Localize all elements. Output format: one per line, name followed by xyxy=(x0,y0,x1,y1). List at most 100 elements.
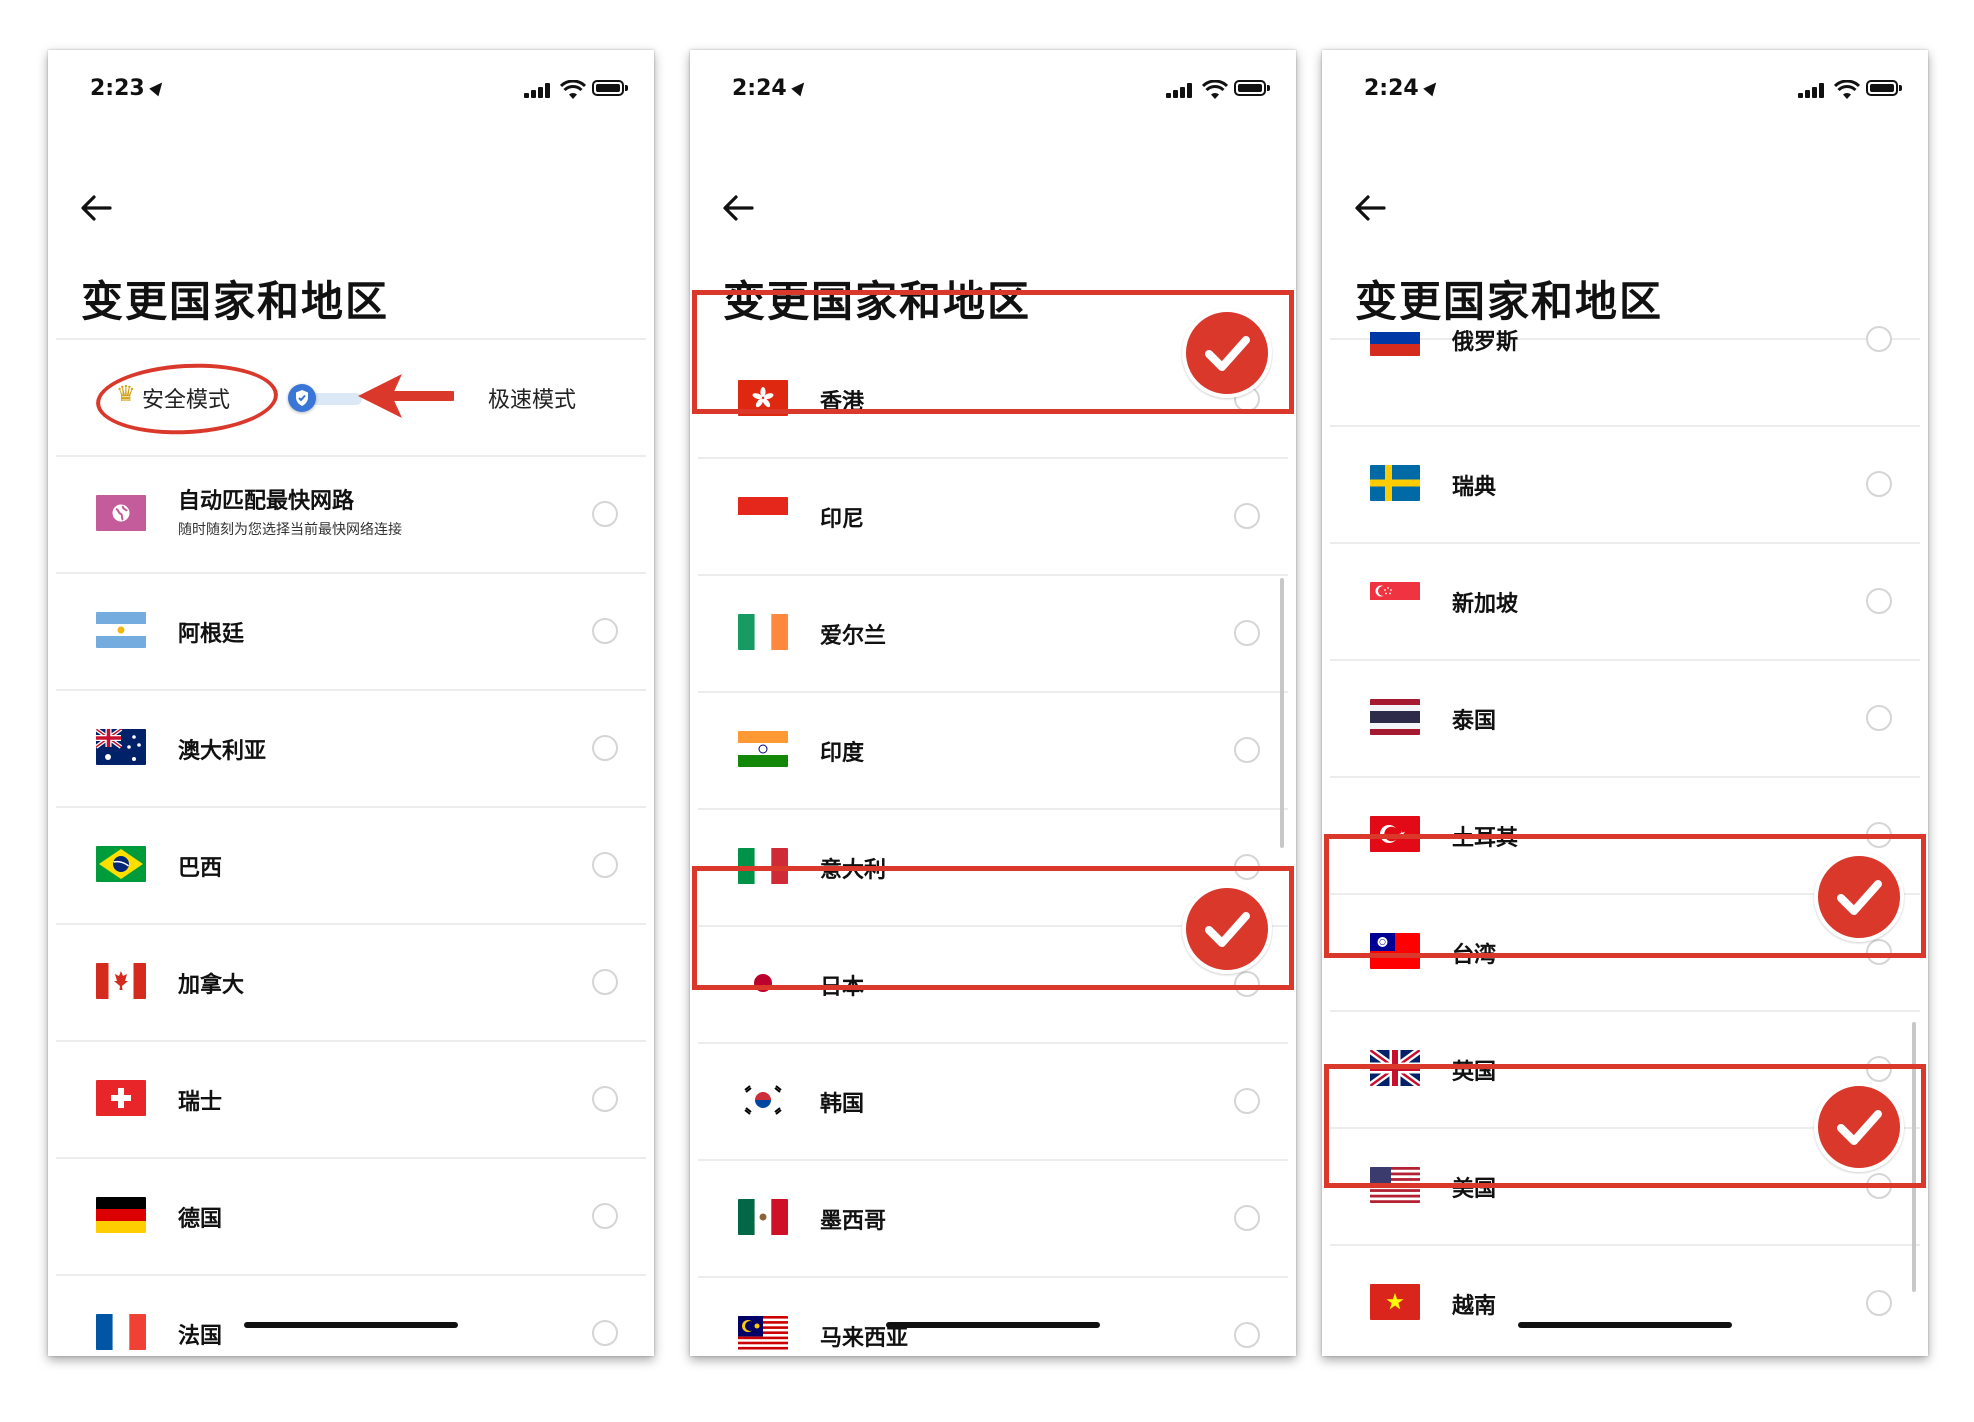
toggle-knob[interactable] xyxy=(288,384,316,412)
radio-button[interactable] xyxy=(1234,737,1260,763)
location-arrow-icon xyxy=(791,78,809,97)
radio-button[interactable] xyxy=(592,1203,618,1229)
list-item-australia[interactable]: 澳大利亚 xyxy=(56,691,646,808)
list-item-ireland[interactable]: 爱尔兰 xyxy=(698,576,1288,693)
radio-button[interactable] xyxy=(1234,854,1260,880)
back-button[interactable] xyxy=(718,188,758,228)
list-item-germany[interactable]: 德国 xyxy=(56,1159,646,1276)
radio-button[interactable] xyxy=(592,501,618,527)
mexico-flag-icon xyxy=(738,1199,788,1235)
hongkong-flag-icon xyxy=(738,380,788,416)
list-item-malaysia[interactable]: 马来西亚 xyxy=(698,1278,1288,1356)
cellular-signal-icon xyxy=(1798,82,1828,98)
japan-flag-icon xyxy=(738,965,788,1001)
cellular-signal-icon xyxy=(524,82,554,98)
item-label: 自动匹配最快网路 xyxy=(178,489,355,514)
item-subtitle: 随时随刻为您选择当前最快网络连接 xyxy=(178,522,402,538)
vietnam-flag-icon xyxy=(1370,1284,1420,1320)
germany-flag-icon xyxy=(96,1197,146,1233)
item-label: 俄罗斯 xyxy=(1452,330,1519,355)
item-label: 加拿大 xyxy=(178,973,245,998)
argentina-flag-icon xyxy=(96,612,146,648)
radio-button[interactable] xyxy=(1234,620,1260,646)
radio-button[interactable] xyxy=(1866,326,1892,352)
taiwan-flag-icon xyxy=(1370,933,1420,969)
list-item-thailand[interactable]: 泰国 xyxy=(1330,661,1920,778)
list-item-indonesia[interactable]: 印尼 xyxy=(698,459,1288,576)
home-indicator[interactable] xyxy=(886,1322,1100,1328)
scrollbar[interactable] xyxy=(1912,1022,1916,1292)
list-item-sweden[interactable]: 瑞典 xyxy=(1330,427,1920,544)
brazil-flag-icon xyxy=(96,846,146,882)
list-item-korea[interactable]: 韩国 xyxy=(698,1044,1288,1161)
list-item-france[interactable]: 法国 xyxy=(56,1276,646,1356)
back-button[interactable] xyxy=(76,188,116,228)
thailand-flag-icon xyxy=(1370,699,1420,735)
wifi-icon xyxy=(1202,80,1228,99)
list-item-switzerland[interactable]: 瑞士 xyxy=(56,1042,646,1159)
item-label: 越南 xyxy=(1452,1294,1497,1319)
radio-button[interactable] xyxy=(1866,588,1892,614)
radio-button[interactable] xyxy=(1234,1088,1260,1114)
radio-button[interactable] xyxy=(592,735,618,761)
annotation-arrow-icon xyxy=(358,374,454,418)
list-item-mexico[interactable]: 墨西哥 xyxy=(698,1161,1288,1278)
list-item-india[interactable]: 印度 xyxy=(698,693,1288,810)
france-flag-icon xyxy=(96,1314,146,1350)
region-list: 自动匹配最快网路 随时随刻为您选择当前最快网络连接 阿根廷 澳大利亚 巴西 加拿… xyxy=(56,457,646,1356)
radio-button[interactable] xyxy=(592,1320,618,1346)
radio-button[interactable] xyxy=(1866,939,1892,965)
radio-button[interactable] xyxy=(1866,822,1892,848)
turkey-flag-icon xyxy=(1370,816,1420,852)
radio-button[interactable] xyxy=(1866,471,1892,497)
radio-button[interactable] xyxy=(592,969,618,995)
list-item-singapore[interactable]: 新加坡 xyxy=(1330,544,1920,661)
back-arrow-icon xyxy=(723,195,754,221)
radio-button[interactable] xyxy=(1866,1056,1892,1082)
region-list: 俄罗斯 瑞典 新加坡 泰国 土耳其 台湾 英国 美国 越南 xyxy=(1330,310,1920,1356)
item-label: 印尼 xyxy=(820,507,865,532)
safe-mode-label[interactable]: 安全模式 xyxy=(142,382,230,414)
list-item-canada[interactable]: 加拿大 xyxy=(56,925,646,1042)
radio-button[interactable] xyxy=(592,852,618,878)
radio-button[interactable] xyxy=(592,1086,618,1112)
item-label: 墨西哥 xyxy=(820,1209,887,1234)
status-time: 2:23 xyxy=(90,76,145,101)
status-time: 2:24 xyxy=(732,76,787,101)
item-label: 新加坡 xyxy=(1452,592,1519,617)
item-label: 美国 xyxy=(1452,1177,1497,1202)
radio-button[interactable] xyxy=(1234,1205,1260,1231)
location-arrow-icon xyxy=(149,78,167,97)
list-item-brazil[interactable]: 巴西 xyxy=(56,808,646,925)
home-indicator[interactable] xyxy=(244,1322,458,1328)
list-item-russia[interactable]: 俄罗斯 xyxy=(1330,310,1920,427)
item-label: 瑞士 xyxy=(178,1090,223,1115)
radio-button[interactable] xyxy=(1866,705,1892,731)
radio-button[interactable] xyxy=(1866,1173,1892,1199)
russia-flag-icon xyxy=(1370,320,1420,356)
checkmark-icon xyxy=(1182,308,1272,398)
ireland-flag-icon xyxy=(738,614,788,650)
battery-icon xyxy=(592,80,628,96)
scrollbar[interactable] xyxy=(1280,578,1284,848)
item-label: 印度 xyxy=(820,741,865,766)
list-item-vietnam[interactable]: 越南 xyxy=(1330,1246,1920,1356)
checkmark-icon xyxy=(1182,884,1272,974)
home-indicator[interactable] xyxy=(1518,1322,1732,1328)
fast-mode-label[interactable]: 极速模式 xyxy=(488,382,576,414)
mode-selector: ♛ 安全模式 极速模式 xyxy=(56,340,646,457)
item-label: 法国 xyxy=(178,1324,223,1349)
radio-button[interactable] xyxy=(1234,971,1260,997)
radio-button[interactable] xyxy=(592,618,618,644)
item-label: 德国 xyxy=(178,1207,223,1232)
radio-button[interactable] xyxy=(1234,503,1260,529)
list-item-argentina[interactable]: 阿根廷 xyxy=(56,574,646,691)
singapore-flag-icon xyxy=(1370,582,1420,618)
list-item-auto[interactable]: 自动匹配最快网路 随时随刻为您选择当前最快网络连接 xyxy=(56,457,646,574)
item-label: 阿根廷 xyxy=(178,622,245,647)
india-flag-icon xyxy=(738,731,788,767)
radio-button[interactable] xyxy=(1866,1290,1892,1316)
battery-icon xyxy=(1234,80,1270,96)
radio-button[interactable] xyxy=(1234,1322,1260,1348)
back-button[interactable] xyxy=(1350,188,1390,228)
